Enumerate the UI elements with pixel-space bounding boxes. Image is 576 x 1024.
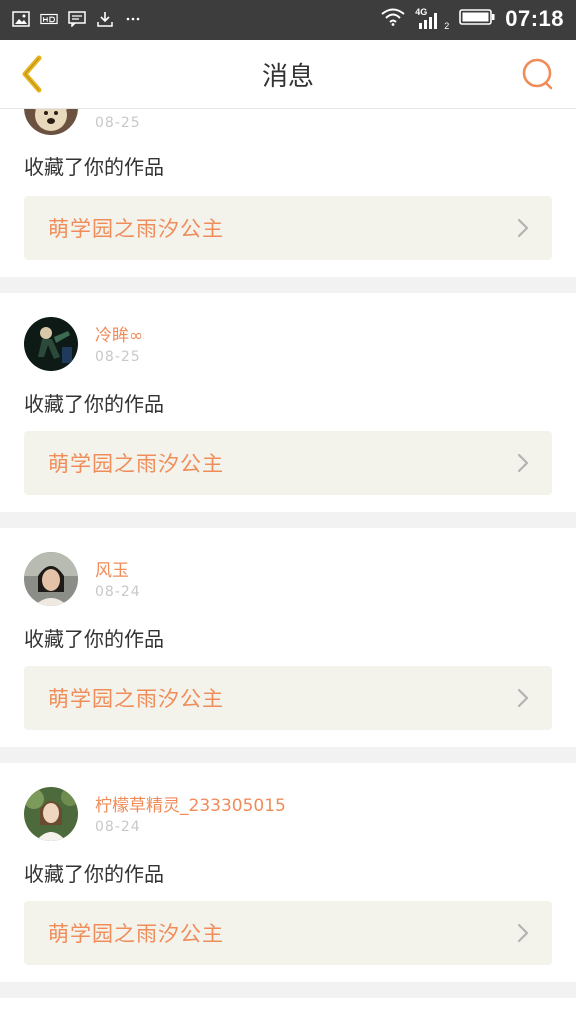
notification-icons [12, 10, 142, 28]
avatar[interactable] [24, 552, 78, 606]
clock: 07:18 [505, 6, 564, 31]
more-icon [124, 10, 142, 28]
status-bar: 4G 2 07:18 [0, 0, 576, 40]
app-header: 消息 [0, 40, 576, 109]
chevron-right-icon [517, 218, 529, 238]
image-icon [12, 10, 30, 28]
username[interactable]: 风玉 [95, 556, 129, 581]
message-action: 收藏了你的作品 [24, 862, 164, 886]
message-list[interactable]: 08-25 收藏了你的作品 萌学园之雨汐公主 冷眸∞ 08-25 收藏了你的作品… [0, 109, 576, 1024]
work-link[interactable]: 萌学园之雨汐公主 [24, 431, 552, 495]
avatar[interactable] [24, 787, 78, 841]
message-card: 08-25 收藏了你的作品 萌学园之雨汐公主 [0, 109, 576, 277]
work-link[interactable]: 萌学园之雨汐公主 [24, 666, 552, 730]
message-date: 08-25 [95, 115, 141, 131]
battery-icon [459, 8, 495, 30]
username[interactable]: 柠檬草精灵_233305015 [95, 791, 286, 816]
message-action: 收藏了你的作品 [24, 392, 164, 416]
chevron-right-icon [517, 923, 529, 943]
hd-icon [40, 10, 58, 28]
back-button[interactable] [12, 52, 52, 96]
page-title: 消息 [261, 61, 314, 92]
avatar[interactable] [24, 317, 78, 371]
avatar[interactable] [24, 109, 78, 135]
message-action: 收藏了你的作品 [24, 155, 164, 179]
search-button[interactable] [520, 56, 556, 92]
message-card: 冷眸∞ 08-25 收藏了你的作品 萌学园之雨汐公主 [0, 293, 576, 512]
sim-slot: 2 [444, 21, 450, 31]
message-card [0, 998, 576, 1024]
message-action: 收藏了你的作品 [24, 627, 164, 651]
message-card: 风玉 08-24 收藏了你的作品 萌学园之雨汐公主 [0, 528, 576, 747]
chevron-left-icon [22, 55, 42, 93]
chevron-right-icon [517, 688, 529, 708]
message-icon [68, 10, 86, 28]
work-link[interactable]: 萌学园之雨汐公主 [24, 196, 552, 260]
wifi-icon [381, 8, 405, 30]
message-date: 08-24 [95, 819, 141, 835]
work-title: 萌学园之雨汐公主 [48, 452, 224, 476]
download-icon [96, 10, 114, 28]
system-status: 4G 2 07:18 [381, 6, 564, 32]
chevron-right-icon [517, 453, 529, 473]
message-card: 柠檬草精灵_233305015 08-24 收藏了你的作品 萌学园之雨汐公主 [0, 763, 576, 982]
message-date: 08-25 [95, 349, 141, 365]
message-date: 08-24 [95, 584, 141, 600]
username[interactable]: 冷眸∞ [95, 321, 143, 346]
work-title: 萌学园之雨汐公主 [48, 687, 224, 711]
work-title: 萌学园之雨汐公主 [48, 922, 224, 946]
work-link[interactable]: 萌学园之雨汐公主 [24, 901, 552, 965]
search-icon [522, 58, 553, 90]
work-title: 萌学园之雨汐公主 [48, 217, 224, 241]
signal-icon: 4G 2 [415, 7, 449, 31]
